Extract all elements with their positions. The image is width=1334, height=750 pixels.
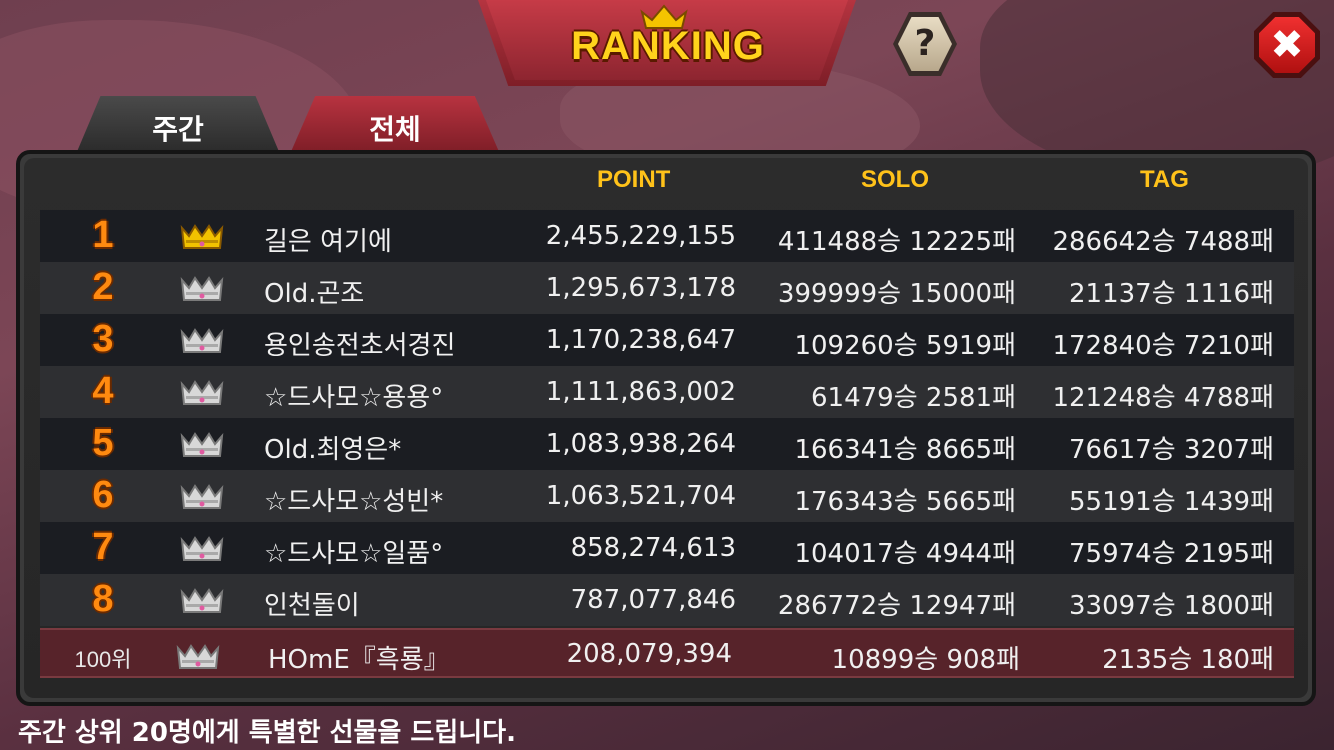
page-title: RANKING	[571, 24, 765, 68]
point-value: 2,455,229,155	[545, 221, 736, 251]
table-row[interactable]: 5 Old.최영은* 1,083,938,264 166341승 8665패 76617…	[40, 418, 1294, 470]
tag-record: 172840승 7210패	[1052, 331, 1274, 361]
player-name: ☆드사모☆용용°	[264, 383, 444, 413]
player-name: ☆드사모☆성빈*	[264, 487, 444, 517]
tag-record: 286642승 7488패	[1052, 227, 1274, 257]
tag-record: 21137승 1116패	[1069, 279, 1274, 309]
point-value: 1,295,673,178	[545, 273, 736, 303]
player-name: 길은 여기에	[264, 227, 392, 257]
solo-record: 166341승 8665패	[794, 435, 1016, 465]
table-row[interactable]: 1 길은 여기에 2,455,229,155 411488승 12225패 286642…	[40, 210, 1294, 262]
rank-number: 100위	[74, 647, 132, 672]
point-value: 787,077,846	[570, 585, 736, 615]
solo-record: 411488승 12225패	[777, 227, 1016, 257]
gold-crown-icon	[180, 224, 224, 250]
tag-record: 121248승 4788패	[1052, 383, 1274, 413]
rank-number: 1	[92, 214, 114, 256]
tag-record: 55191승 1439패	[1069, 487, 1274, 517]
my-rank-row[interactable]: 100위 HOmE『흑룡』 208,079,394 10899승 908패 2135승 …	[40, 628, 1294, 678]
point-value: 1,111,863,002	[545, 377, 736, 407]
close-icon[interactable]: ✖	[1259, 17, 1315, 73]
rank-number: 4	[92, 370, 114, 412]
rank-number: 8	[92, 578, 114, 620]
player-name: 인천돌이	[264, 591, 360, 621]
solo-record: 61479승 2581패	[811, 383, 1016, 413]
player-name: HOmE『흑룡』	[268, 645, 450, 675]
silver-crown-icon	[180, 276, 224, 302]
point-value: 1,083,938,264	[545, 429, 736, 459]
silver-crown-icon	[180, 432, 224, 458]
table-row[interactable]: 3 용인송전초서경진 1,170,238,647 109260승 5919패 17284…	[40, 314, 1294, 366]
solo-record: 109260승 5919패	[794, 331, 1016, 361]
column-header-solo: SOLO	[861, 166, 930, 193]
silver-crown-icon	[180, 328, 224, 354]
tag-record: 75974승 2195패	[1069, 539, 1274, 569]
silver-crown-icon	[180, 484, 224, 510]
tag-record: 76617승 3207패	[1069, 435, 1274, 465]
rank-number: 2	[92, 266, 114, 308]
solo-record: 104017승 4944패	[794, 539, 1016, 569]
point-value: 858,274,613	[570, 533, 736, 563]
table-row[interactable]: 7 ☆드사모☆일품° 858,274,613 104017승 4944패 75974승 …	[40, 522, 1294, 574]
silver-crown-icon	[180, 380, 224, 406]
tab-all-label[interactable]: 전체	[290, 108, 500, 148]
player-name: ☆드사모☆일품°	[264, 539, 444, 569]
point-value: 1,170,238,647	[545, 325, 736, 355]
solo-record: 399999승 15000패	[777, 279, 1016, 309]
column-header-point: POINT	[597, 166, 671, 193]
table-row[interactable]: 2 Old.곤조 1,295,673,178 399999승 15000패 21137승…	[40, 262, 1294, 314]
tag-record: 2135승 180패	[1102, 645, 1274, 675]
solo-record: 286772승 12947패	[777, 591, 1016, 621]
rank-number: 6	[92, 474, 114, 516]
silver-crown-icon	[176, 644, 220, 670]
point-value: 208,079,394	[566, 639, 732, 669]
table-row[interactable]: 6 ☆드사모☆성빈* 1,063,521,704 176343승 5665패 55191…	[40, 470, 1294, 522]
silver-crown-icon	[180, 588, 224, 614]
solo-record: 10899승 908패	[831, 645, 1020, 675]
rank-number: 3	[92, 318, 114, 360]
silver-crown-icon	[180, 536, 224, 562]
solo-record: 176343승 5665패	[794, 487, 1016, 517]
footer-notice: 주간 상위 20명에게 특별한 선물을 드립니다.	[18, 718, 516, 748]
tag-record: 33097승 1800패	[1069, 591, 1274, 621]
player-name: Old.곤조	[264, 279, 365, 309]
table-row[interactable]: 8 인천돌이 787,077,846 286772승 12947패 33097승 180…	[40, 574, 1294, 626]
table-row[interactable]: 4 ☆드사모☆용용° 1,111,863,002 61479승 2581패 121248…	[40, 366, 1294, 418]
rank-number: 7	[92, 526, 114, 568]
column-header-tag: TAG	[1140, 166, 1189, 193]
player-name: 용인송전초서경진	[264, 331, 456, 361]
player-name: Old.최영은*	[264, 435, 402, 465]
point-value: 1,063,521,704	[545, 481, 736, 511]
tab-weekly-label[interactable]: 주간	[76, 108, 280, 148]
rank-number: 5	[92, 422, 114, 464]
